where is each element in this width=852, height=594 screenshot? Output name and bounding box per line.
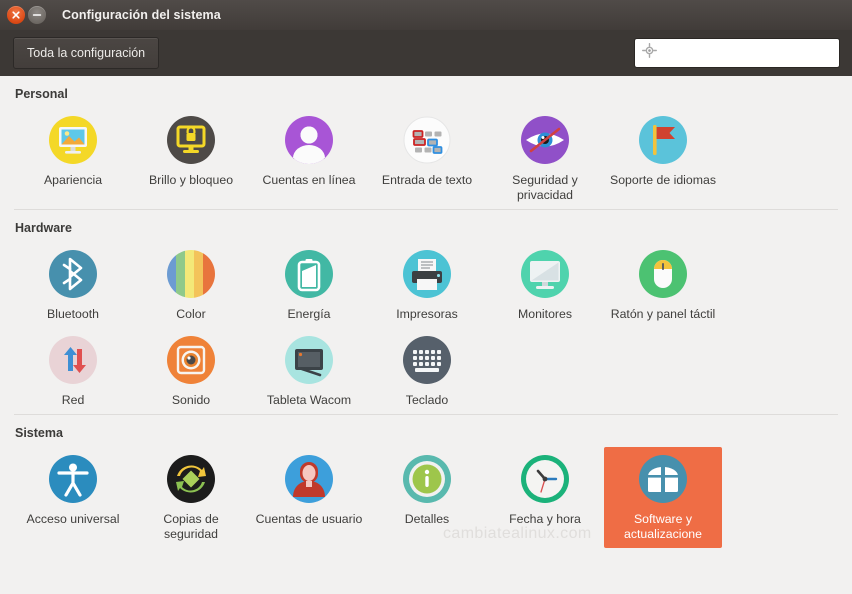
toolbar: Toda la configuración (0, 30, 852, 76)
settings-tile-label: Apariencia (43, 173, 103, 187)
settings-tile-label: Red (61, 393, 85, 407)
sound-icon (164, 333, 218, 387)
backups-icon (164, 452, 218, 506)
settings-tile-label: Energía (287, 307, 331, 321)
appearance-icon (46, 113, 100, 167)
settings-tile-label: Teclado (405, 393, 449, 407)
settings-grid: Apariencia Brillo y bloqueo Cuentas en l… (14, 108, 838, 209)
details-icon (400, 452, 454, 506)
settings-tile-label: Copias de seguridad (163, 512, 219, 541)
settings-section: Sistema Acceso universal Copias de segur… (14, 414, 838, 548)
printers-icon (400, 247, 454, 301)
window-title: Configuración del sistema (62, 8, 221, 22)
settings-tile-label: Tableta Wacom (266, 393, 352, 407)
settings-tile[interactable]: Cuentas de usuario (250, 447, 368, 548)
settings-tile[interactable]: Entrada de texto (368, 108, 486, 209)
settings-tile-label: Ratón y panel táctil (610, 307, 716, 321)
settings-tile-label: Impresoras (396, 307, 458, 321)
minimize-icon[interactable] (28, 6, 46, 24)
settings-content: cambiatealinux.com Personal Apariencia B… (0, 76, 852, 594)
all-settings-button[interactable]: Toda la configuración (13, 37, 160, 69)
universal-access-icon (46, 452, 100, 506)
network-icon (46, 333, 100, 387)
settings-grid: Acceso universal Copias de seguridad Cue… (14, 447, 838, 548)
settings-tile[interactable]: Acceso universal (14, 447, 132, 548)
settings-tile[interactable]: Software y actualizacione (604, 447, 722, 548)
keyboard-icon (400, 333, 454, 387)
settings-tile[interactable]: Impresoras (368, 242, 486, 328)
settings-tile-label: Cuentas de usuario (255, 512, 363, 526)
brightness-lock-icon (164, 113, 218, 167)
text-entry-icon (400, 113, 454, 167)
settings-tile-label: Monitores (518, 307, 572, 321)
settings-tile[interactable]: Color (132, 242, 250, 328)
settings-tile[interactable]: Energía (250, 242, 368, 328)
settings-tile[interactable]: Copias de seguridad (132, 447, 250, 548)
settings-tile[interactable]: Bluetooth (14, 242, 132, 328)
bluetooth-icon (46, 247, 100, 301)
title-bar: Configuración del sistema (0, 0, 852, 30)
settings-tile-label: Cuentas en línea (262, 173, 356, 187)
color-icon (164, 247, 218, 301)
online-accounts-icon (282, 113, 336, 167)
settings-section: Hardware Bluetooth Color Energía Impreso… (14, 209, 838, 414)
settings-tile-label: Bluetooth (47, 307, 99, 321)
settings-section: Personal Apariencia Brillo y bloqueo Cue… (14, 76, 838, 209)
settings-tile[interactable]: Tableta Wacom (250, 328, 368, 414)
settings-tile[interactable]: Fecha y hora (486, 447, 604, 548)
settings-tile[interactable]: Soporte de idiomas (604, 108, 722, 209)
settings-tile[interactable]: Apariencia (14, 108, 132, 209)
date-time-icon (518, 452, 572, 506)
settings-tile-label: Brillo y bloqueo (148, 173, 234, 187)
settings-tile[interactable]: Teclado (368, 328, 486, 414)
settings-tile[interactable]: Cuentas en línea (250, 108, 368, 209)
all-settings-label: Toda la configuración (27, 46, 146, 60)
settings-tile-label: Soporte de idiomas (610, 173, 716, 187)
settings-tile-label: Detalles (404, 512, 450, 526)
system-settings-window: Configuración del sistema Toda la config… (0, 0, 852, 594)
search-box[interactable] (634, 38, 840, 68)
settings-tile[interactable]: Ratón y panel táctil (604, 242, 722, 328)
displays-icon (518, 247, 572, 301)
mouse-touchpad-icon (636, 247, 690, 301)
user-accounts-icon (282, 452, 336, 506)
search-icon (642, 43, 657, 63)
close-icon[interactable] (7, 6, 25, 24)
settings-tile[interactable]: Seguridad y privacidad (486, 108, 604, 209)
settings-tile-label: Fecha y hora (509, 512, 581, 526)
settings-tile-label: Acceso universal (26, 512, 120, 526)
settings-tile[interactable]: Red (14, 328, 132, 414)
settings-tile[interactable]: Brillo y bloqueo (132, 108, 250, 209)
section-title: Sistema (15, 426, 63, 440)
section-title: Personal (15, 87, 68, 101)
settings-tile-label: Sonido (171, 393, 211, 407)
settings-tile-label: Software y actualizacione (624, 512, 702, 541)
security-privacy-icon (518, 113, 572, 167)
search-input[interactable] (662, 45, 832, 61)
settings-tile[interactable]: Sonido (132, 328, 250, 414)
wacom-tablet-icon (282, 333, 336, 387)
language-support-icon (636, 113, 690, 167)
settings-tile[interactable]: Detalles (368, 447, 486, 548)
settings-grid: Bluetooth Color Energía Impresoras Monit… (14, 242, 838, 414)
software-updates-icon (636, 452, 690, 506)
settings-tile[interactable]: Monitores (486, 242, 604, 328)
settings-tile-label: Seguridad y privacidad (512, 173, 578, 202)
settings-tile-label: Entrada de texto (381, 173, 473, 187)
settings-tile-label: Color (176, 307, 206, 321)
power-icon (282, 247, 336, 301)
section-title: Hardware (15, 221, 72, 235)
